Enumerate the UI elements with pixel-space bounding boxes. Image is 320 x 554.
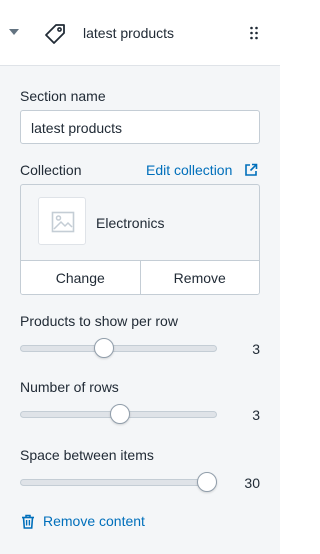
slider-label-number-of-rows: Number of rows	[20, 379, 119, 395]
remove-content-link[interactable]: Remove content	[43, 513, 145, 529]
drag-handle-icon[interactable]	[249, 26, 259, 40]
section-header[interactable]: latest products	[0, 0, 280, 66]
collection-name: Electronics	[96, 215, 165, 231]
number-of-rows-value: 3	[252, 407, 260, 423]
slider-track[interactable]	[20, 345, 217, 352]
trash-icon[interactable]	[21, 514, 35, 529]
slider-track[interactable]	[20, 479, 217, 486]
products-per-row-value: 3	[252, 341, 260, 357]
collection-card: Electronics Change Remove	[20, 184, 260, 295]
section-name-input[interactable]: latest products	[20, 110, 260, 144]
section-editor-panel: latest products Section name latest prod…	[0, 0, 280, 554]
space-between-items-value: 30	[244, 475, 260, 491]
slider-thumb[interactable]	[110, 404, 130, 424]
slider-label-products-per-row: Products to show per row	[20, 313, 178, 329]
section-name-label: Section name	[20, 88, 106, 104]
remove-collection-button[interactable]: Remove	[139, 261, 260, 294]
slider-thumb[interactable]	[94, 338, 114, 358]
collection-actions: Change Remove	[21, 260, 259, 294]
section-title: latest products	[83, 25, 175, 41]
collection-label: Collection	[20, 162, 82, 178]
caret-down-icon[interactable]	[9, 29, 19, 35]
image-placeholder-icon	[51, 211, 75, 233]
external-link-icon[interactable]	[244, 163, 258, 177]
slider-label-space-between-items: Space between items	[20, 447, 154, 463]
slider-thumb[interactable]	[197, 472, 217, 492]
number-of-rows-slider[interactable]	[20, 404, 217, 424]
collection-thumbnail	[38, 197, 86, 245]
change-collection-button[interactable]: Change	[21, 261, 140, 294]
products-per-row-slider[interactable]	[20, 338, 217, 358]
tag-icon	[45, 24, 65, 44]
edit-collection-link[interactable]: Edit collection	[146, 162, 232, 178]
space-between-items-slider[interactable]	[20, 472, 217, 492]
